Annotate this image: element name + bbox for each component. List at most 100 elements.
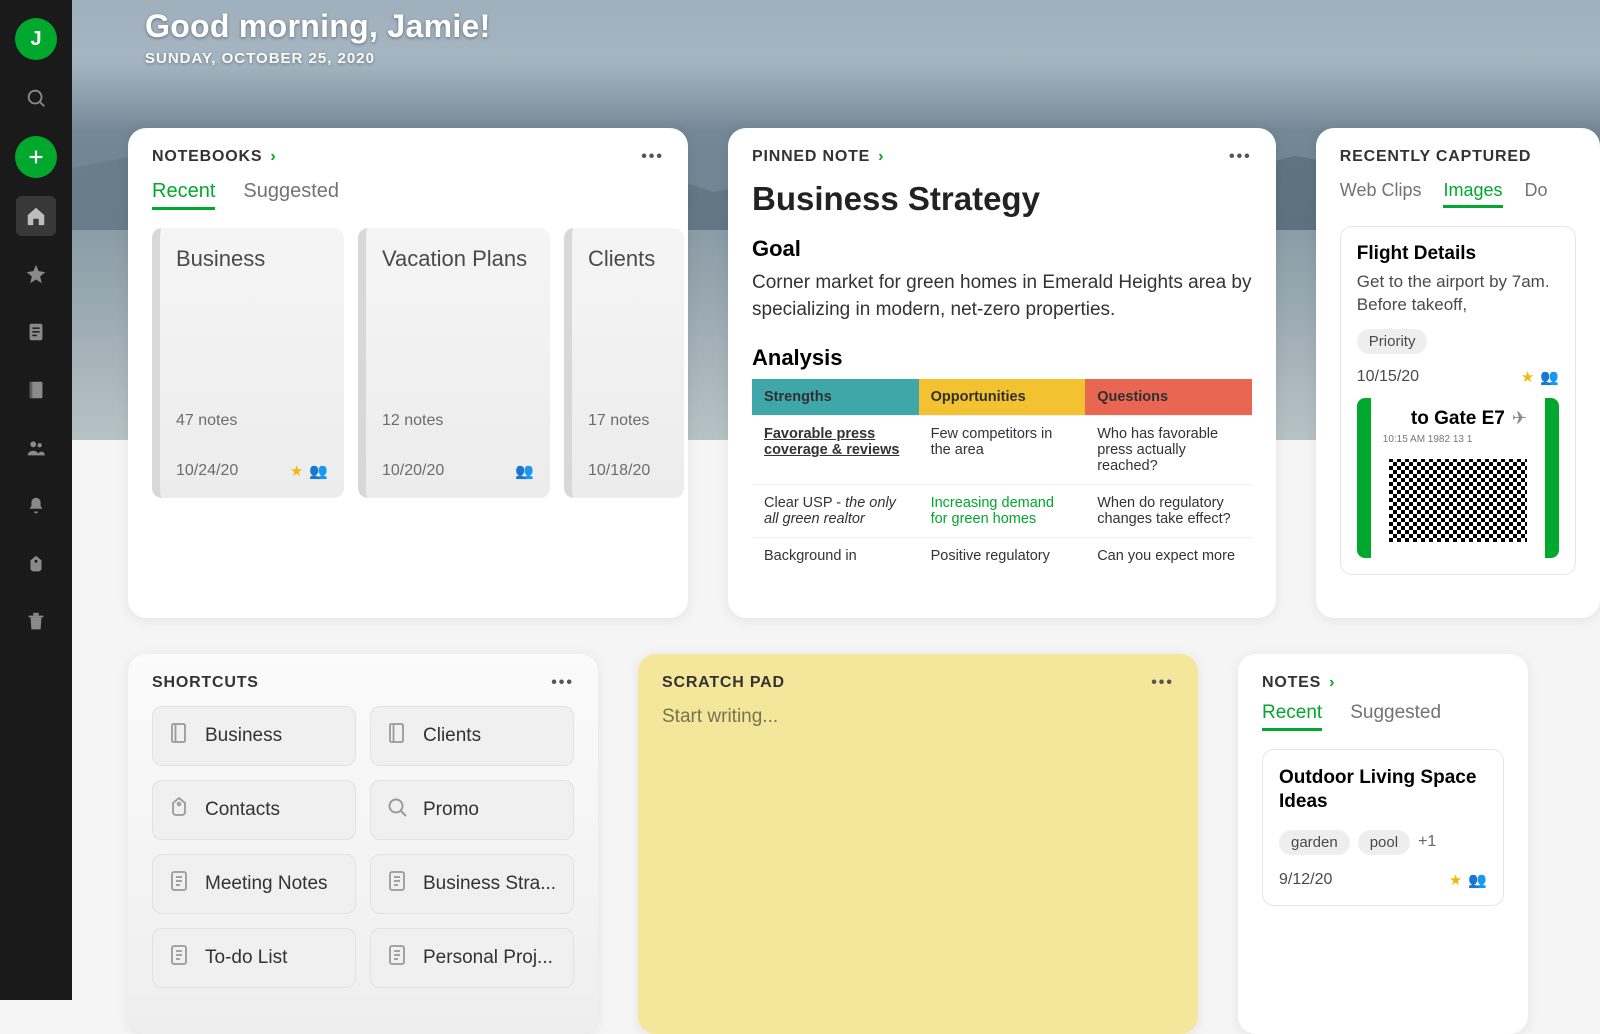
analysis-table: Strengths Opportunities Questions Favora… [752,379,1252,574]
tab-webclips[interactable]: Web Clips [1340,180,1422,208]
shortcut-label: Business Stra... [423,873,556,895]
note-icon [385,869,409,899]
tab-suggested[interactable]: Suggested [1350,702,1441,731]
ticket-subline: 10:15 AM 1982 13 1 [1383,434,1533,445]
note-date: 9/12/20 [1279,871,1332,889]
notebook-date: 10/24/20 [176,462,238,480]
tag-nav-icon[interactable] [16,544,56,584]
scratch-more-button[interactable]: ••• [1151,674,1174,692]
scratch-input[interactable]: Start writing... [662,706,1174,728]
notebooks-more-button[interactable]: ••• [641,148,664,166]
shortcut-label: Personal Proj... [423,947,553,969]
notebooks-widget: NOTEBOOKS › ••• Recent Suggested Busines… [128,128,688,618]
plane-icon: ✈ [1512,408,1527,429]
shared-icon: 👥 [515,462,534,480]
priority-tag: Priority [1357,329,1428,354]
shortcut-label: Meeting Notes [205,873,328,895]
note-icon[interactable] [16,312,56,352]
tab-documents[interactable]: Do [1525,180,1548,208]
scratch-header: SCRATCH PAD [662,674,785,692]
tab-recent[interactable]: Recent [1262,702,1322,731]
tab-suggested[interactable]: Suggested [243,180,339,210]
notebook-count: 47 notes [176,412,328,430]
table-row: Background in Positive regulatory Can yo… [752,538,1252,575]
shortcut-label: Promo [423,799,479,821]
shortcut-label: Business [205,725,282,747]
trash-icon[interactable] [16,602,56,642]
avatar-initial: J [30,28,41,51]
star-icon: ★ [1449,871,1462,889]
notebook-card[interactable]: Business 47 notes 10/24/20 ★ 👥 [152,228,344,498]
note-icon [385,943,409,973]
shortcut-item[interactable]: Contacts [152,780,356,840]
notebook-name: Clients [588,246,668,272]
shared-icon: 👥 [309,462,328,480]
notebook-count: 12 notes [382,412,534,430]
notebook-date: 10/20/20 [382,462,444,480]
shortcut-item[interactable]: Promo [370,780,574,840]
shortcut-item[interactable]: Meeting Notes [152,854,356,914]
left-nav-rail: J [0,0,72,1000]
col-questions: Questions [1085,379,1252,416]
shortcuts-more-button[interactable]: ••• [551,674,574,692]
note-icon [167,869,191,899]
notes-header[interactable]: NOTES › [1262,674,1504,692]
shared-icon: 👥 [1540,368,1559,386]
notebook-icon[interactable] [16,370,56,410]
pinned-note-widget: PINNED NOTE › ••• Business Strategy Goal… [728,128,1276,618]
new-note-button[interactable] [15,136,57,178]
col-opportunities: Opportunities [919,379,1086,416]
qr-code [1383,453,1533,548]
boarding-pass-image: ✈ to Gate E7 10:15 AM 1982 13 1 [1357,398,1559,558]
notebook-card[interactable]: Clients 17 notes 10/18/20 [564,228,684,498]
captured-title: Flight Details [1357,243,1559,265]
search-icon[interactable] [16,78,56,118]
notebooks-header[interactable]: NOTEBOOKS › [152,148,276,166]
captured-text: Get to the airport by 7am. Before takeof… [1357,271,1559,317]
shortcut-item[interactable]: Business [152,706,356,766]
col-strengths: Strengths [752,379,919,416]
chevron-right-icon: › [1329,674,1335,692]
shortcut-item[interactable]: Clients [370,706,574,766]
notebook-name: Vacation Plans [382,246,534,272]
shortcut-item[interactable]: To-do List [152,928,356,988]
tab-recent[interactable]: Recent [152,180,215,210]
notes-widget: NOTES › Recent Suggested Outdoor Living … [1238,654,1528,1034]
star-icon: ★ [290,462,303,480]
shortcut-label: Clients [423,725,481,747]
note-title: Outdoor Living Space Ideas [1279,766,1487,814]
notebook-name: Business [176,246,328,272]
notebook-card[interactable]: Vacation Plans 12 notes 10/20/20 👥 [358,228,550,498]
shortcut-item[interactable]: Business Stra... [370,854,574,914]
bell-icon[interactable] [16,486,56,526]
shared-icon[interactable] [16,428,56,468]
avatar[interactable]: J [15,18,57,60]
notebook-icon [167,721,191,751]
notebook-icon [385,721,409,751]
notebook-date: 10/18/20 [588,462,650,480]
table-row: Clear USP - the only all green realtor I… [752,485,1252,538]
captured-date: 10/15/20 [1357,368,1419,386]
chevron-right-icon: › [878,148,884,166]
scratch-pad-widget: SCRATCH PAD ••• Start writing... [638,654,1198,1034]
note-icon [167,943,191,973]
pinned-header[interactable]: PINNED NOTE › [752,148,884,166]
recent-captured-header: RECENTLY CAPTURED [1340,148,1576,166]
home-icon[interactable] [16,196,56,236]
table-row: Favorable press coverage & reviews Few c… [752,416,1252,485]
shortcuts-widget: SHORTCUTS ••• Business Clients Contacts Pro… [128,654,598,1034]
shortcut-label: To-do List [205,947,287,969]
captured-item[interactable]: Flight Details Get to the airport by 7am… [1340,226,1576,575]
star-icon: ★ [1521,368,1534,386]
note-card[interactable]: Outdoor Living Space Ideas garden pool +… [1262,749,1504,906]
tab-images[interactable]: Images [1443,180,1502,208]
shortcut-item[interactable]: Personal Proj... [370,928,574,988]
pinned-more-button[interactable]: ••• [1229,148,1252,166]
recently-captured-widget: RECENTLY CAPTURED Web Clips Images Do Fl… [1316,128,1600,618]
pinned-title: Business Strategy [752,180,1252,218]
more-tags: +1 [1418,833,1436,851]
star-icon[interactable] [16,254,56,294]
shared-icon: 👥 [1468,871,1487,889]
shortcuts-header: SHORTCUTS [152,674,259,692]
goal-heading: Goal [752,236,1252,262]
